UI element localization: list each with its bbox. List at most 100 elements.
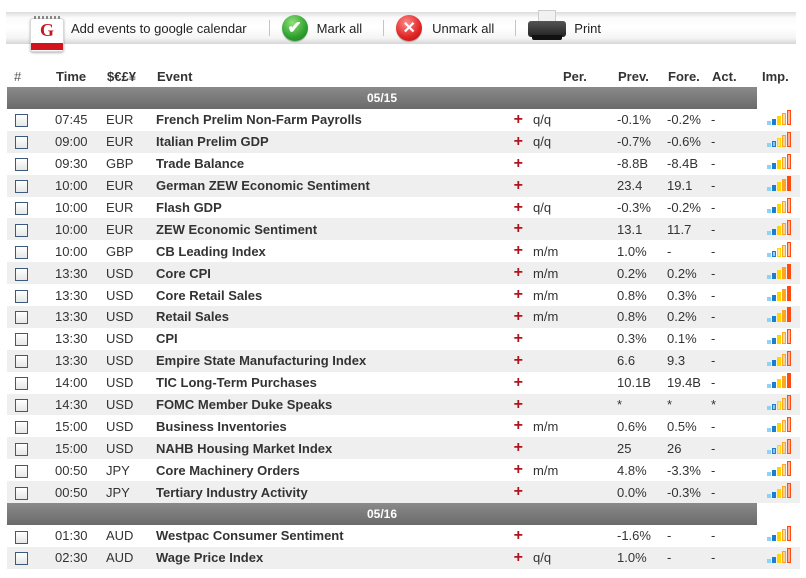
row-checkbox[interactable] <box>15 136 28 150</box>
importance-bar <box>777 488 781 498</box>
event-name[interactable]: CB Leading Index <box>152 240 507 263</box>
row-checkbox[interactable] <box>15 289 28 303</box>
event-actual: - <box>707 437 757 460</box>
event-currency: GBP <box>102 152 152 175</box>
plus-icon[interactable]: + <box>507 417 529 435</box>
importance-bar <box>777 313 781 323</box>
add-event-cell: + <box>507 109 529 131</box>
row-checkbox[interactable] <box>15 311 28 325</box>
plus-icon[interactable]: + <box>507 286 529 304</box>
event-name[interactable]: German ZEW Economic Sentiment <box>152 174 507 197</box>
importance-bar <box>772 447 776 454</box>
row-checkbox[interactable] <box>15 333 28 347</box>
event-name[interactable]: Core CPI <box>152 262 507 285</box>
checkbox-cell <box>7 262 51 285</box>
plus-icon[interactable]: + <box>507 242 529 260</box>
event-period: q/q <box>529 196 613 219</box>
plus-icon[interactable]: + <box>507 374 529 392</box>
plus-icon[interactable]: + <box>507 483 529 501</box>
row-checkbox[interactable] <box>15 442 28 456</box>
plus-icon[interactable]: + <box>507 352 529 370</box>
google-calendar-icon[interactable]: G <box>30 16 66 52</box>
checkbox-cell <box>7 306 51 328</box>
event-period: q/q <box>529 546 613 569</box>
checkbox-cell <box>7 152 51 175</box>
row-checkbox[interactable] <box>15 486 28 500</box>
checkbox-cell <box>7 525 51 547</box>
print-button[interactable]: Print <box>528 10 601 44</box>
event-name[interactable]: Italian Prelim GDP <box>152 130 507 153</box>
importance-bar <box>782 113 786 126</box>
plus-icon[interactable]: + <box>507 220 529 238</box>
row-checkbox[interactable] <box>15 202 28 216</box>
plus-icon[interactable]: + <box>507 155 529 173</box>
row-checkbox[interactable] <box>15 223 28 237</box>
importance-bar <box>767 362 771 367</box>
event-name[interactable]: Flash GDP <box>152 196 507 219</box>
plus-icon[interactable]: + <box>507 461 529 479</box>
row-checkbox[interactable] <box>15 464 28 478</box>
table-row: 13:30 USD Empire State Manufacturing Index… <box>7 349 800 372</box>
event-name[interactable]: CPI <box>152 327 507 350</box>
table-row: 15:00 USD Business Inventories + m/m 0.6% 0.5%… <box>7 415 800 438</box>
event-name[interactable]: FOMC Member Duke Speaks <box>152 393 507 416</box>
row-checkbox[interactable] <box>15 530 28 544</box>
row-checkbox[interactable] <box>15 158 28 172</box>
row-checkbox[interactable] <box>15 180 28 194</box>
plus-icon[interactable]: + <box>507 549 529 567</box>
event-time: 00:50 <box>51 459 102 482</box>
event-name[interactable]: Westpac Consumer Sentiment <box>152 525 507 547</box>
event-period <box>529 481 613 504</box>
event-name[interactable]: French Prelim Non-Farm Payrolls <box>152 109 507 131</box>
checkbox-cell <box>7 327 51 350</box>
add-to-google-calendar-button[interactable]: Add events to google calendar <box>71 12 247 44</box>
plus-icon[interactable]: + <box>507 111 529 129</box>
plus-icon[interactable]: + <box>507 308 529 326</box>
row-checkbox[interactable] <box>15 245 28 259</box>
event-name[interactable]: Empire State Manufacturing Index <box>152 349 507 372</box>
event-name[interactable]: Retail Sales <box>152 306 507 328</box>
plus-icon[interactable]: + <box>507 177 529 195</box>
checkbox-cell <box>7 240 51 263</box>
plus-icon[interactable]: + <box>507 133 529 151</box>
table-row: 00:50 JPY Core Machinery Orders + m/m 4.8% -3.… <box>7 459 800 482</box>
mark-all-button[interactable]: ✔ Mark all <box>281 12 362 44</box>
plus-icon[interactable]: + <box>507 527 529 545</box>
unmark-all-button[interactable]: ✕ Unmark all <box>396 12 494 44</box>
row-checkbox[interactable] <box>15 377 28 391</box>
checkbox-cell <box>7 196 51 219</box>
event-currency: USD <box>102 349 152 372</box>
importance-bar <box>782 201 786 213</box>
row-checkbox[interactable] <box>15 114 28 128</box>
row-checkbox[interactable] <box>15 267 28 281</box>
importance-bar <box>777 160 781 170</box>
event-name[interactable]: TIC Long-Term Purchases <box>152 371 507 394</box>
checkbox-cell <box>7 546 51 569</box>
row-checkbox[interactable] <box>15 552 28 566</box>
event-time: 10:00 <box>51 240 102 263</box>
event-name[interactable]: ZEW Economic Sentiment <box>152 218 507 241</box>
event-name[interactable]: Business Inventories <box>152 415 507 438</box>
event-time: 13:30 <box>51 262 102 285</box>
importance-bar <box>777 532 781 542</box>
plus-icon[interactable]: + <box>507 264 529 282</box>
event-name[interactable]: Core Machinery Orders <box>152 459 507 482</box>
event-importance <box>757 459 800 482</box>
row-checkbox[interactable] <box>15 355 28 369</box>
plus-icon[interactable]: + <box>507 330 529 348</box>
event-previous: -0.3% <box>613 196 663 219</box>
event-name[interactable]: Wage Price Index <box>152 546 507 569</box>
table-header-row: # Time $€£¥ Event Per. Prev. Fore. Act. … <box>6 65 800 87</box>
event-name[interactable]: NAHB Housing Market Index <box>152 437 507 460</box>
event-name[interactable]: Tertiary Industry Activity <box>152 481 507 504</box>
event-name[interactable]: Trade Balance <box>152 152 507 175</box>
plus-icon[interactable]: + <box>507 396 529 414</box>
plus-icon[interactable]: + <box>507 199 529 217</box>
row-checkbox[interactable] <box>15 420 28 434</box>
plus-icon[interactable]: + <box>507 439 529 457</box>
checkbox-cell <box>7 284 51 307</box>
event-name[interactable]: Core Retail Sales <box>152 284 507 307</box>
row-checkbox[interactable] <box>15 399 28 413</box>
toolbar-separator <box>268 20 270 36</box>
event-period <box>529 218 613 241</box>
